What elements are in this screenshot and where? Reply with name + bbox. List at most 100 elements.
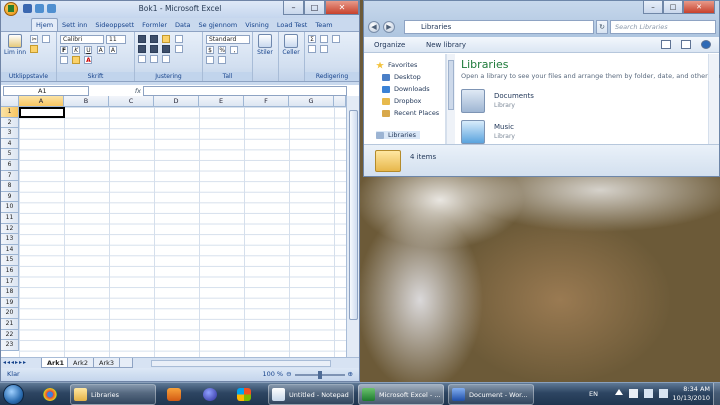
decrease-indent-icon[interactable] [138,55,146,63]
row-header[interactable]: 7 [1,170,19,182]
font-size-select[interactable]: 11 [106,35,126,44]
help-icon[interactable] [701,40,711,49]
row-header[interactable]: 22 [1,329,19,341]
preview-pane-icon[interactable] [681,40,691,49]
row-header[interactable]: 6 [1,160,19,171]
tab-team[interactable]: Team [311,19,336,31]
autosum-icon[interactable]: Σ [308,35,316,43]
font-color-icon[interactable]: A [84,56,93,64]
media-player-taskbar-icon[interactable] [160,385,188,404]
show-hidden-icons-icon[interactable] [615,389,623,395]
search-input[interactable]: Search Libraries [610,20,716,34]
row-header[interactable]: 21 [1,319,19,330]
name-box[interactable]: A1 [3,86,89,96]
column-header[interactable]: F [244,96,289,107]
globe-taskbar-icon[interactable] [196,385,224,404]
flag-icon[interactable] [629,389,638,398]
list-item[interactable]: Music Library [461,120,661,146]
taskbar-word[interactable]: Document - Wor... [448,384,534,405]
nav-item-desktop[interactable]: Desktop [382,73,421,81]
align-middle-icon[interactable] [150,35,159,43]
tab-formler[interactable]: Formler [138,19,171,31]
zoom-slider[interactable] [294,370,345,379]
row-header[interactable]: 11 [1,213,19,224]
volume-icon[interactable] [659,389,668,398]
row-header[interactable]: 18 [1,287,19,298]
chrome-taskbar-icon[interactable] [36,385,64,404]
italic-button[interactable]: K [72,46,81,54]
nav-item-downloads[interactable]: Downloads [382,85,430,93]
address-bar[interactable]: Libraries [404,20,594,34]
taskbar-excel[interactable]: Microsoft Excel - ... [358,384,444,405]
view-options-icon[interactable] [661,40,671,49]
row-header[interactable]: 19 [1,297,19,309]
tab-sideoppsett[interactable]: Sideoppsett [91,19,138,31]
number-format-select[interactable]: Standard [206,35,250,44]
align-top-icon[interactable] [138,35,146,43]
nav-item-dropbox[interactable]: Dropbox [382,97,421,105]
vertical-scrollbar[interactable] [346,96,359,357]
row-header[interactable]: 12 [1,223,19,235]
row-header[interactable]: 15 [1,255,19,266]
row-header[interactable]: 16 [1,266,19,277]
copy-icon[interactable] [42,35,51,43]
tab-hjem[interactable]: Hjem [31,18,59,31]
list-item[interactable]: Documents Library [461,89,661,115]
scroll-thumb[interactable] [349,110,358,320]
decrease-decimal-icon[interactable] [218,56,227,64]
percent-icon[interactable]: % [218,46,227,54]
organize-button[interactable]: Organize [374,37,405,53]
start-button[interactable] [3,384,24,405]
bold-button[interactable]: F [60,46,68,54]
refresh-icon[interactable]: ↻ [596,20,608,34]
borders-icon[interactable] [60,56,68,64]
currency-icon[interactable]: $ [206,46,214,54]
column-header[interactable]: A [19,96,64,107]
network-icon[interactable] [644,389,653,398]
row-header[interactable]: 9 [1,191,19,203]
row-header[interactable]: 20 [1,308,19,319]
increase-indent-icon[interactable] [150,55,159,63]
row-header[interactable]: 14 [1,244,19,256]
nav-libraries[interactable]: Libraries [376,131,421,139]
zoom-out-icon[interactable]: ⊖ [286,368,291,381]
column-header[interactable]: B [64,96,109,107]
row-header[interactable]: 5 [1,149,19,160]
tab-se-gjennom[interactable]: Se gjennom [195,19,242,31]
tab-sett-inn[interactable]: Sett inn [58,19,91,31]
find-select-icon[interactable] [332,35,341,43]
cut-icon[interactable]: ✂ [30,35,39,43]
taskbar-notepad[interactable]: Untitled - Notepad [268,384,354,405]
column-header[interactable]: D [154,96,199,107]
underline-button[interactable]: U [84,46,93,54]
clear-icon[interactable] [320,45,329,53]
taskbar-libraries[interactable]: Libraries [70,384,156,405]
grow-font-icon[interactable]: A [96,46,105,54]
cell-area[interactable] [19,107,346,357]
language-indicator[interactable]: EN [589,390,598,398]
orientation-icon[interactable] [174,35,183,43]
excel-title-bar[interactable]: Bok1 - Microsoft Excel – □ ✕ [1,1,359,18]
comma-style-icon[interactable]: , [230,46,239,54]
windows-logo-taskbar-icon[interactable] [230,385,258,404]
breadcrumb[interactable]: Libraries [421,23,451,31]
back-icon[interactable]: ◀ [368,21,380,33]
row-header[interactable]: 1 [1,107,19,118]
formula-input[interactable] [143,86,347,96]
format-painter-icon[interactable] [30,45,39,53]
minimize-button[interactable]: – [283,1,304,15]
wrap-text-icon[interactable] [174,45,183,53]
nav-favorites[interactable]: Favorites [376,61,417,69]
maximize-button[interactable]: □ [663,1,683,14]
align-left-icon[interactable] [138,45,146,53]
explorer-title-bar[interactable]: – □ ✕ ◀ ▶ Libraries ↻ Search Libraries [364,1,719,37]
fill-icon[interactable] [308,45,316,53]
forward-icon[interactable]: ▶ [383,21,395,33]
show-desktop-button[interactable] [713,383,720,405]
clock[interactable]: 8:34 AM 10/13/2010 [673,385,710,403]
row-header[interactable]: 3 [1,128,19,139]
column-header[interactable]: C [109,96,154,107]
new-library-button[interactable]: New library [426,37,466,53]
sort-filter-icon[interactable] [320,35,329,43]
shrink-font-icon[interactable]: A [108,46,117,54]
